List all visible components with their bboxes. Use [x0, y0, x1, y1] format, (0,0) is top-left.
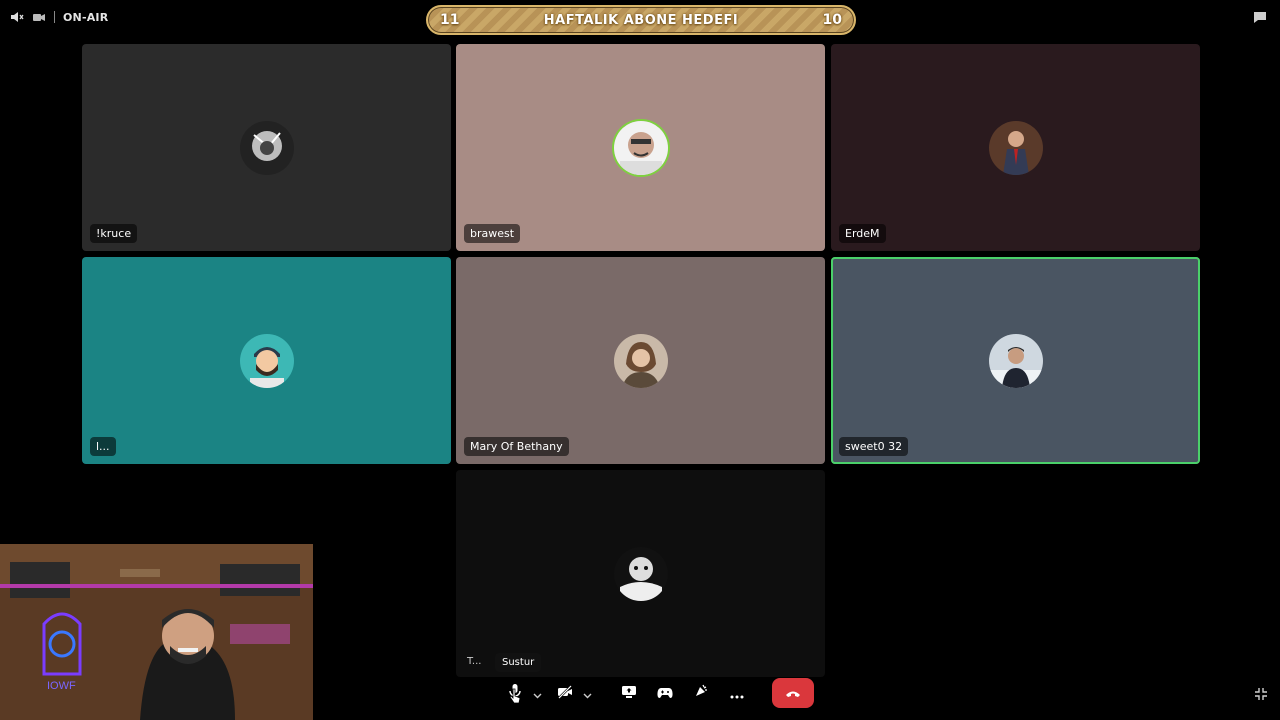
speaker-muted-icon[interactable]: [10, 10, 24, 24]
chevron-down-icon: [533, 684, 542, 703]
participant-name: ErdeM: [839, 224, 886, 243]
participant-name: l...: [90, 437, 116, 456]
soundboard-button[interactable]: [686, 678, 716, 708]
participant-name: sweet0 32: [839, 437, 909, 456]
avatar: [988, 120, 1043, 175]
chevron-down-icon: [583, 684, 592, 703]
camera-icon[interactable]: [32, 10, 46, 24]
participant-name: !kruce: [90, 224, 138, 243]
goal-target-count: 10: [822, 12, 842, 28]
streamer-webcam: IOWF: [0, 544, 313, 720]
participant-tile[interactable]: ErdeM: [831, 44, 1200, 251]
screen-share-icon: [621, 684, 637, 703]
microphone-control-group: [500, 678, 544, 708]
mouse-cursor-icon: [509, 688, 521, 706]
weekly-subscriber-goal-banner: 11 HAFTALIK ABONE HEDEFI 10: [426, 5, 856, 35]
participant-tile[interactable]: !kruce: [82, 44, 451, 251]
participant-tile[interactable]: brawest: [456, 44, 825, 251]
camera-off-icon: [557, 684, 573, 703]
participant-tile-speaking[interactable]: sweet0 32: [831, 257, 1200, 464]
soundboard-icon: [693, 683, 709, 703]
mute-tooltip: Sustur: [495, 653, 542, 672]
participant-name: Mary Of Bethany: [464, 437, 569, 456]
divider: [54, 11, 55, 23]
goal-current-count: 11: [440, 12, 460, 28]
collapse-fullscreen-icon[interactable]: [1254, 686, 1268, 700]
chat-icon[interactable]: [1252, 9, 1268, 25]
participant-name: brawest: [464, 224, 521, 243]
participant-tile[interactable]: Mary Of Bethany: [456, 257, 825, 464]
participant-tile[interactable]: l...: [82, 257, 451, 464]
svg-text:IOWF: IOWF: [47, 680, 76, 692]
stream-status-bar: ON-AIR: [10, 8, 108, 26]
more-icon: [730, 684, 744, 703]
screen-share-button[interactable]: [614, 678, 644, 708]
camera-toggle-button[interactable]: [550, 678, 580, 708]
camera-options-button[interactable]: [580, 678, 594, 708]
goal-title: HAFTALIK ABONE HEDEFI: [543, 12, 739, 28]
avatar: [988, 333, 1043, 388]
activity-icon: [657, 684, 673, 703]
more-options-button[interactable]: [722, 678, 752, 708]
participant-name: T...: [467, 656, 482, 667]
on-air-label: ON-AIR: [63, 10, 109, 24]
avatar: [613, 333, 668, 388]
activity-button[interactable]: [650, 678, 680, 708]
call-controls: [500, 678, 814, 708]
hangup-icon: [785, 684, 801, 703]
participant-tile[interactable]: [456, 470, 825, 677]
avatar: [613, 546, 668, 601]
camera-control-group: [550, 678, 594, 708]
avatar: [613, 120, 668, 175]
avatar: [239, 333, 294, 388]
disconnect-button[interactable]: [772, 678, 814, 708]
call-screen: ON-AIR 11 HAFTALIK ABONE HEDEFI 10 !kruc…: [0, 0, 1280, 720]
microphone-options-button[interactable]: [530, 678, 544, 708]
avatar: [239, 120, 294, 175]
